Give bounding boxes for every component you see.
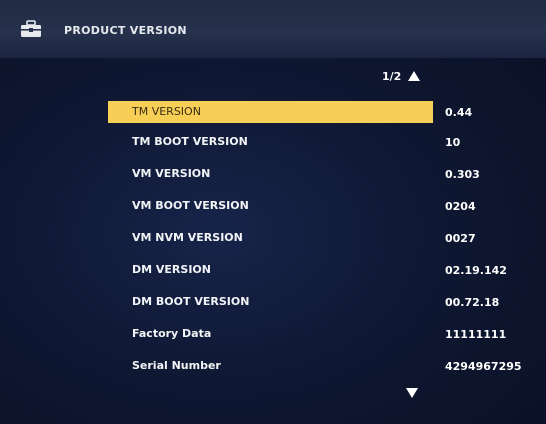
down-arrow-icon[interactable]: [406, 388, 418, 398]
list-item-label: DM BOOT VERSION: [132, 295, 250, 308]
list-item-label: DM VERSION: [132, 263, 211, 276]
list-item-value: 0.303: [445, 168, 480, 181]
list-item-label: Factory Data: [132, 327, 212, 340]
list-item-label: TM BOOT VERSION: [132, 135, 248, 148]
list-item-value: 00.72.18: [445, 296, 500, 309]
list-item-label: Serial Number: [132, 359, 221, 372]
list-item-value: 0027: [445, 232, 476, 245]
list-item-tm-boot-version[interactable]: TM BOOT VERSION: [108, 131, 527, 153]
page-indicator: 1/2: [382, 70, 402, 83]
list-item-label: TM VERSION: [132, 105, 201, 118]
header-bar: PRODUCT VERSION: [0, 0, 546, 58]
list-item-label: VM VERSION: [132, 167, 211, 180]
up-arrow-icon[interactable]: [408, 71, 420, 81]
list-item-value: 0.44: [445, 106, 473, 119]
list-item-value: 0204: [445, 200, 476, 213]
product-version-screen: PRODUCT VERSION 1/2 TM VERSION 0.44 TM B…: [0, 0, 546, 424]
list-item-label: VM BOOT VERSION: [132, 199, 249, 212]
list-item-value: 4294967295: [445, 360, 522, 373]
list-item-value: 11111111: [445, 328, 507, 341]
toolbox-icon: [21, 20, 41, 37]
list-item-value: 10: [445, 136, 461, 149]
page-title: PRODUCT VERSION: [64, 24, 187, 37]
list-item-value: 02.19.142: [445, 264, 507, 277]
list-item-tm-version[interactable]: TM VERSION: [108, 101, 433, 123]
list-item-label: VM NVM VERSION: [132, 231, 243, 244]
